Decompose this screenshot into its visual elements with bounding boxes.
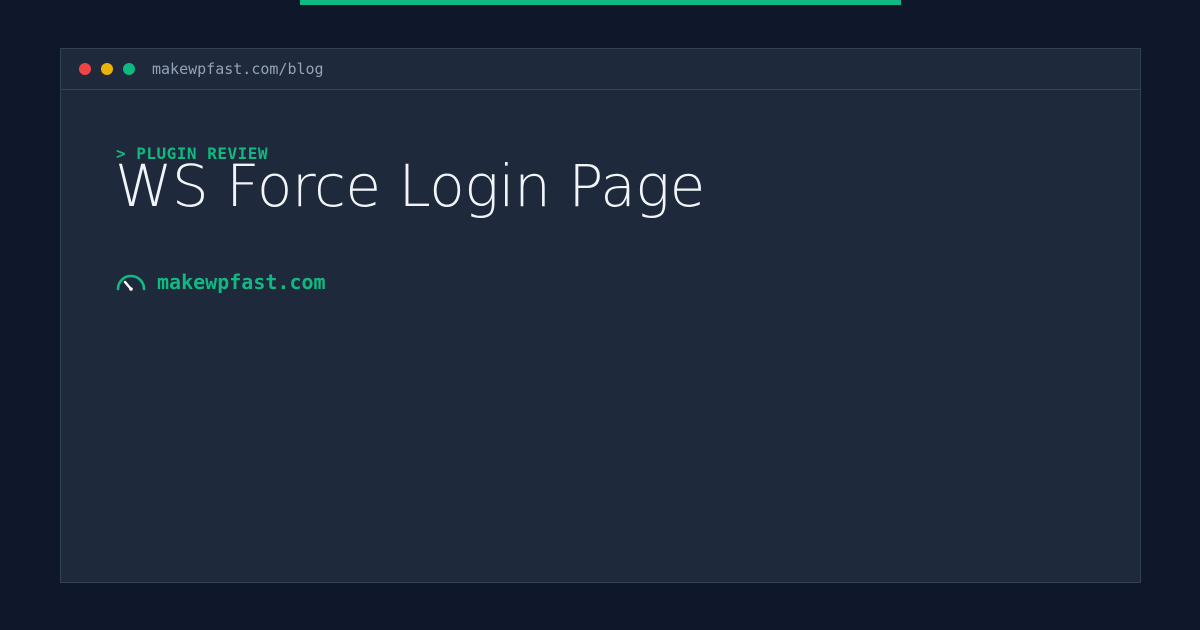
post-title: WS Force Login Page <box>115 152 705 220</box>
speedometer-icon <box>116 274 146 291</box>
brand[interactable]: makewpfast.com <box>116 267 326 297</box>
top-accent-bar <box>300 0 901 5</box>
browser-window: makewpfast.com/blog > PLUGIN REVIEW WS F… <box>60 48 1141 583</box>
minimize-window-button[interactable] <box>101 63 113 75</box>
brand-name: makewpfast.com <box>157 270 326 294</box>
maximize-window-button[interactable] <box>123 63 135 75</box>
address-url[interactable]: makewpfast.com/blog <box>152 59 324 79</box>
close-window-button[interactable] <box>79 63 91 75</box>
window-titlebar: makewpfast.com/blog <box>61 49 1140 90</box>
